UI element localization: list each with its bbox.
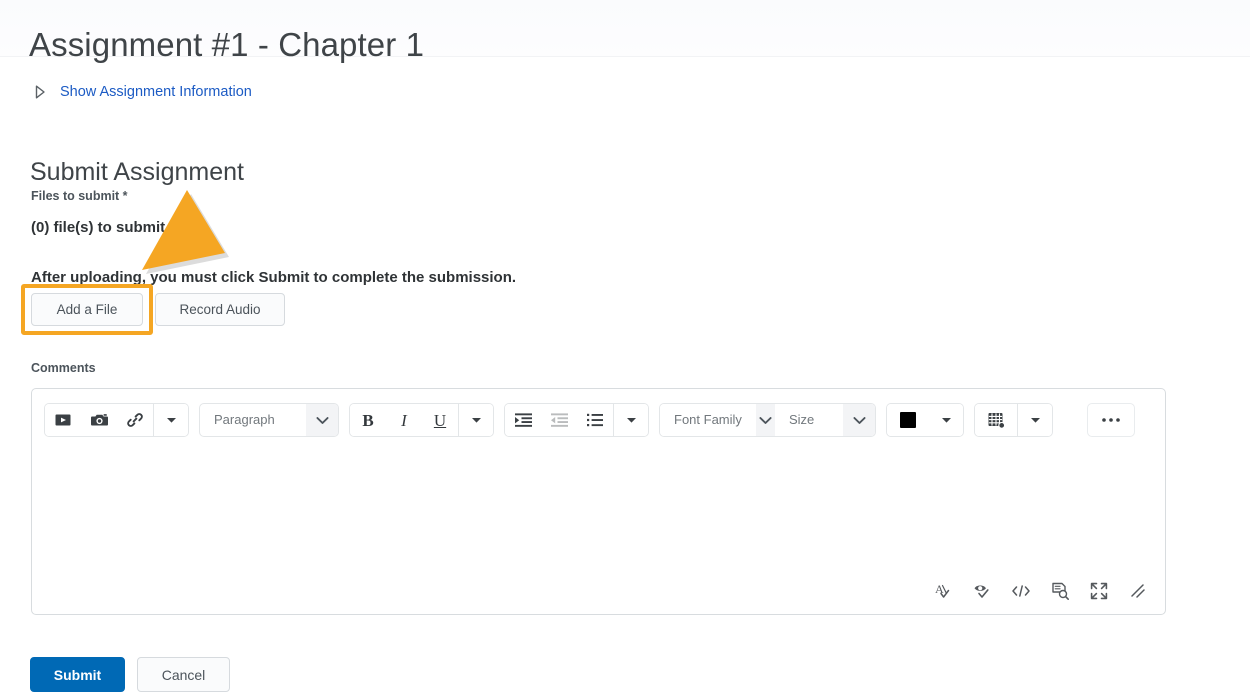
insert-more-chevron-down-icon[interactable] <box>154 404 188 436</box>
font-size-select[interactable]: Size <box>775 404 875 436</box>
table-chevron-down-icon[interactable] <box>1018 404 1052 436</box>
format-select-value: Paragraph <box>214 412 275 427</box>
toolbar-list-group <box>504 403 649 437</box>
comments-label: Comments <box>31 361 96 375</box>
spellcheck-icon[interactable]: A <box>930 578 956 604</box>
font-size-chevron-down-icon <box>843 404 875 436</box>
accessibility-check-icon[interactable] <box>969 578 995 604</box>
fullscreen-icon[interactable] <box>1086 578 1112 604</box>
insert-table-icon[interactable] <box>975 404 1017 436</box>
comments-rich-text-editor: Paragraph B I U Font Family Size A <box>31 388 1166 615</box>
bold-icon[interactable]: B <box>350 404 386 436</box>
bulleted-list-icon[interactable] <box>577 404 613 436</box>
style-more-chevron-down-icon[interactable] <box>459 404 493 436</box>
indent-increase-icon[interactable] <box>505 404 541 436</box>
svg-text:A: A <box>935 582 944 596</box>
editor-status-bar: A <box>32 568 1165 614</box>
insert-link-icon[interactable] <box>117 404 153 436</box>
assignment-submission-page: Assignment #1 - Chapter 1 Show Assignmen… <box>0 0 1250 700</box>
cancel-button[interactable]: Cancel <box>137 657 230 692</box>
text-color-swatch[interactable] <box>887 404 929 436</box>
add-a-file-button[interactable]: Add a File <box>31 293 143 326</box>
submit-assignment-heading: Submit Assignment <box>30 157 244 186</box>
font-family-select[interactable]: Font Family <box>660 404 775 436</box>
html-source-icon[interactable] <box>1008 578 1034 604</box>
text-color-chevron-down-icon[interactable] <box>929 404 963 436</box>
text-color-current <box>900 412 916 428</box>
underline-icon[interactable]: U <box>422 404 458 436</box>
file-count-text: (0) file(s) to submit <box>31 219 166 236</box>
insert-image-icon[interactable] <box>81 404 117 436</box>
toolbar-color-group <box>886 403 964 437</box>
list-more-chevron-down-icon[interactable] <box>614 404 648 436</box>
triangle-right-icon <box>33 84 47 100</box>
record-audio-button[interactable]: Record Audio <box>155 293 285 326</box>
show-assignment-information-toggle[interactable]: Show Assignment Information <box>33 82 252 102</box>
italic-icon[interactable]: I <box>386 404 422 436</box>
font-size-select-value: Size <box>789 412 815 427</box>
format-select-chevron-down-icon <box>306 404 338 436</box>
more-options-icon[interactable] <box>1087 403 1135 437</box>
font-family-select-value: Font Family <box>674 412 742 427</box>
toolbar-table-group <box>974 403 1053 437</box>
toolbar-font-group: Font Family Size <box>659 403 876 437</box>
comments-editor-body[interactable] <box>32 451 1165 568</box>
toolbar-insert-group <box>44 403 189 437</box>
toolbar-style-group: B I U <box>349 403 494 437</box>
submit-button[interactable]: Submit <box>30 657 125 692</box>
show-assignment-information-label: Show Assignment Information <box>60 84 252 100</box>
font-family-chevron-down-icon <box>755 404 775 436</box>
indent-decrease-icon[interactable] <box>541 404 577 436</box>
page-title: Assignment #1 - Chapter 1 <box>29 26 425 64</box>
upload-instruction-text: After uploading, you must click Submit t… <box>31 269 517 286</box>
files-to-submit-label: Files to submit * <box>31 189 128 203</box>
resize-handle-icon[interactable] <box>1125 578 1151 604</box>
insert-media-icon[interactable] <box>45 404 81 436</box>
editor-toolbar: Paragraph B I U Font Family Size <box>32 389 1165 451</box>
format-select[interactable]: Paragraph <box>199 403 339 437</box>
word-count-icon[interactable] <box>1047 578 1073 604</box>
